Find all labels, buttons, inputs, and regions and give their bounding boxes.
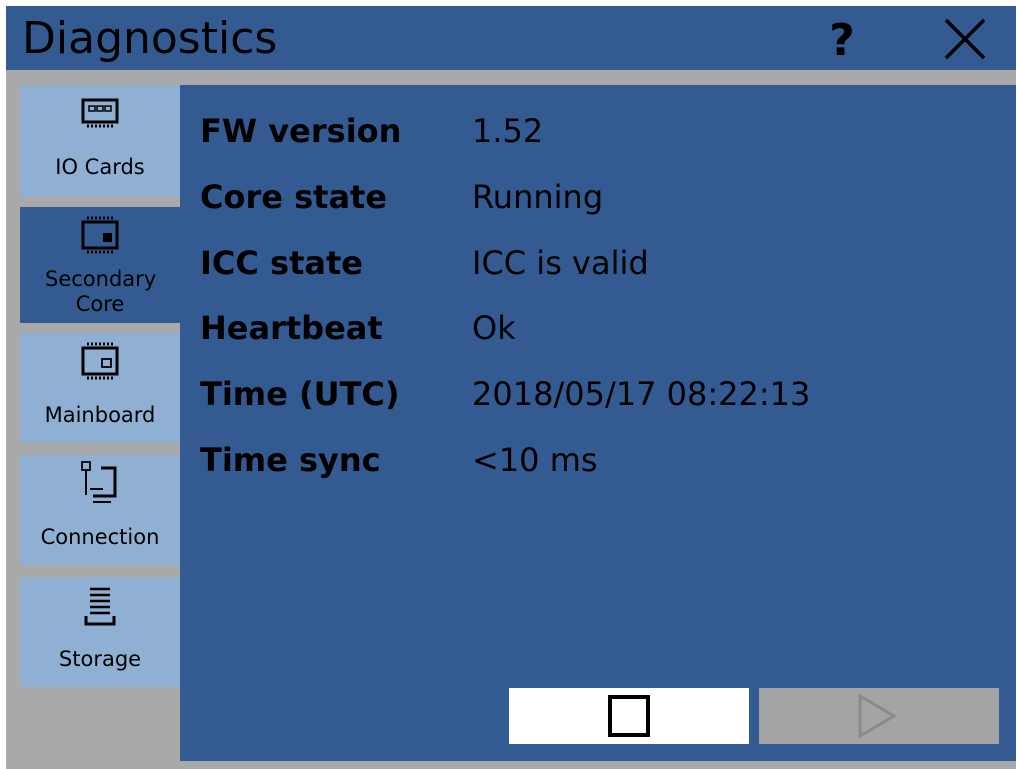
sidebar-item-secondary-core[interactable]: Secondary Core	[20, 207, 180, 323]
detail-key: Core state	[200, 178, 388, 216]
title-bar: Diagnostics ?	[6, 6, 1016, 70]
sidebar-item-label: Storage	[58, 647, 142, 671]
sidebar-item-mainboard[interactable]: Mainboard	[20, 333, 180, 443]
sidebar-item-label: Connection	[40, 525, 160, 549]
mainboard-icon	[81, 342, 119, 380]
close-icon	[944, 18, 986, 60]
sidebar-item-label: Mainboard	[44, 403, 156, 427]
play-button[interactable]	[759, 688, 999, 744]
sidebar-item-io-cards[interactable]: IO Cards	[20, 85, 180, 197]
io-cards-icon	[81, 98, 119, 128]
detail-value: ICC is valid	[472, 244, 649, 282]
sidebar-item-label-text: Secondary Core	[45, 267, 157, 316]
detail-value: Running	[472, 178, 604, 216]
detail-key: Heartbeat	[200, 309, 383, 347]
detail-key: ICC state	[200, 244, 363, 282]
sidebar-item-label: Secondary Core	[20, 267, 180, 317]
detail-value: <10 ms	[472, 441, 598, 479]
detail-value: 2018/05/17 08:22:13	[472, 375, 811, 413]
detail-value: Ok	[472, 309, 516, 347]
storage-icon	[84, 587, 116, 626]
secondary-core-icon	[81, 216, 119, 254]
stop-icon	[608, 695, 650, 737]
detail-key: Time sync	[200, 441, 381, 479]
window-title: Diagnostics	[22, 13, 278, 64]
close-button[interactable]	[934, 16, 994, 64]
sidebar-item-connection[interactable]: Connection	[20, 455, 180, 565]
detail-key: FW version	[200, 112, 402, 150]
connection-icon	[81, 461, 117, 503]
stop-button[interactable]	[509, 688, 749, 744]
play-icon	[858, 693, 897, 739]
detail-value: 1.52	[472, 112, 544, 150]
help-button[interactable]: ?	[812, 14, 872, 66]
detail-key: Time (UTC)	[200, 375, 400, 413]
sidebar-item-storage[interactable]: Storage	[20, 577, 180, 687]
details-panel: FW version 1.52 Core state Running ICC s…	[180, 85, 1016, 761]
sidebar-item-label: IO Cards	[55, 155, 145, 179]
